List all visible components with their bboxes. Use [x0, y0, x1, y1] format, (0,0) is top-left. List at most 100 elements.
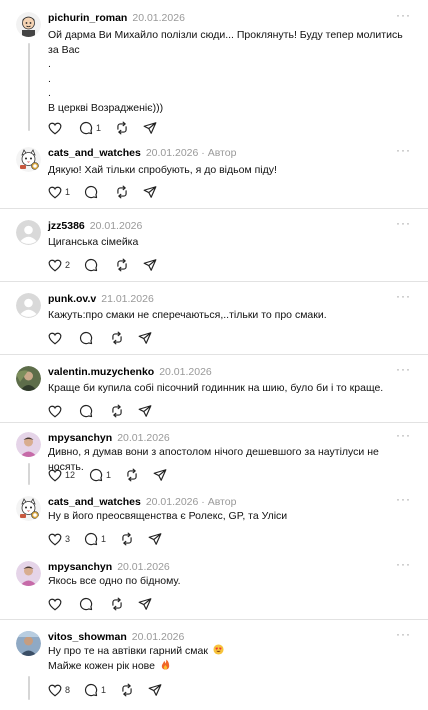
repost-button[interactable]	[110, 331, 124, 345]
username[interactable]: cats_and_watches	[48, 496, 141, 508]
username[interactable]: mpysanchyn	[48, 561, 112, 573]
action-bar: 1	[48, 184, 171, 200]
username[interactable]: vitos_showman	[48, 631, 127, 643]
repost-button[interactable]	[115, 185, 129, 199]
photo-avatar-icon[interactable]	[16, 432, 41, 457]
repost-icon	[115, 121, 129, 135]
reply-button[interactable]: 1	[84, 532, 106, 546]
like-button[interactable]	[48, 598, 65, 611]
reply-button[interactable]	[79, 404, 96, 418]
reply-button[interactable]	[79, 597, 96, 611]
repost-icon	[110, 404, 124, 418]
share-button[interactable]	[138, 331, 152, 345]
comment-bubble-icon	[84, 532, 98, 546]
repost-button[interactable]	[110, 597, 124, 611]
share-button[interactable]	[148, 683, 162, 697]
share-button[interactable]	[148, 532, 162, 546]
comment-bubble-icon	[89, 468, 103, 482]
action-bar	[48, 596, 166, 612]
repost-icon	[110, 597, 124, 611]
username[interactable]: punk.ov.v	[48, 293, 96, 305]
repost-button[interactable]	[125, 468, 139, 482]
divider	[0, 281, 428, 282]
repost-button[interactable]	[110, 404, 124, 418]
like-count: 3	[65, 534, 71, 544]
share-button[interactable]	[138, 404, 152, 418]
like-button[interactable]	[48, 405, 65, 418]
reply-count: 1	[101, 534, 107, 544]
comment-text: Якось все одно по бідному.	[48, 575, 181, 587]
fire-icon	[160, 658, 171, 670]
photo-avatar-icon[interactable]	[16, 561, 41, 586]
comment-text: Ну в його преосвященства є Ролекс, GP, т…	[48, 510, 288, 522]
more-options-icon[interactable]: ···	[396, 216, 411, 230]
repost-button[interactable]	[115, 258, 129, 272]
share-button[interactable]	[143, 258, 157, 272]
like-button[interactable]: 1	[48, 186, 70, 199]
action-bar: 2	[48, 257, 171, 273]
share-button[interactable]	[143, 185, 157, 199]
action-bar: 8 1	[48, 682, 176, 698]
default-avatar-icon[interactable]	[16, 293, 41, 318]
username[interactable]: cats_and_watches	[48, 147, 141, 159]
heart-icon	[48, 259, 62, 272]
thread-line	[28, 43, 30, 131]
more-options-icon[interactable]: ···	[396, 362, 411, 376]
send-icon	[143, 121, 157, 135]
action-bar: 12 1	[48, 467, 181, 483]
cartoon-cat-avatar-icon[interactable]	[16, 496, 41, 521]
more-options-icon[interactable]: ···	[396, 8, 411, 22]
reply-button[interactable]	[84, 185, 101, 199]
more-options-icon[interactable]: ···	[396, 428, 411, 442]
more-options-icon[interactable]: ···	[396, 143, 411, 157]
photo-avatar-icon[interactable]	[16, 631, 41, 656]
like-button[interactable]	[48, 122, 65, 135]
photo-avatar-icon[interactable]	[16, 366, 41, 391]
repost-button[interactable]	[120, 532, 134, 546]
share-button[interactable]	[138, 597, 152, 611]
smiling-face-with-heart-eyes-icon	[213, 644, 224, 655]
heart-icon	[48, 469, 62, 482]
share-button[interactable]	[153, 468, 167, 482]
username[interactable]: pichurin_roman	[48, 12, 127, 24]
cartoon-avatar-icon[interactable]	[16, 12, 41, 37]
heart-icon	[48, 533, 62, 546]
comment-bubble-icon	[79, 597, 93, 611]
comment-date: 20.01.2026	[117, 432, 170, 444]
comment-bubble-icon	[84, 185, 98, 199]
reply-button[interactable]: 1	[79, 121, 101, 135]
more-options-icon[interactable]: ···	[396, 289, 411, 303]
divider	[0, 354, 428, 355]
comment-text: Ну про те на автівки гарний смак Майже к…	[48, 644, 408, 673]
more-options-icon[interactable]: ···	[396, 557, 411, 571]
default-avatar-icon[interactable]	[16, 220, 41, 245]
repost-button[interactable]	[120, 683, 134, 697]
like-button[interactable]	[48, 332, 65, 345]
like-button[interactable]: 3	[48, 533, 70, 546]
repost-icon	[120, 683, 134, 697]
send-icon	[148, 683, 162, 697]
comment-bubble-icon	[84, 258, 98, 272]
repost-button[interactable]	[115, 121, 129, 135]
reply-button[interactable]: 1	[84, 683, 106, 697]
reply-count: 1	[101, 685, 107, 695]
more-options-icon[interactable]: ···	[396, 627, 411, 641]
comment-date: 21.01.2026	[101, 293, 154, 305]
comment-date: 20.01.2026	[132, 12, 185, 24]
send-icon	[143, 258, 157, 272]
heart-icon	[48, 598, 62, 611]
send-icon	[138, 404, 152, 418]
share-button[interactable]	[143, 121, 157, 135]
like-button[interactable]: 8	[48, 684, 70, 697]
reply-button[interactable]	[79, 331, 96, 345]
cartoon-cat-avatar-icon[interactable]	[16, 147, 41, 172]
username[interactable]: valentin.muzychenko	[48, 366, 154, 378]
like-button[interactable]: 2	[48, 259, 70, 272]
reply-button[interactable]: 1	[89, 468, 111, 482]
username[interactable]: mpysanchyn	[48, 432, 112, 444]
divider	[0, 422, 428, 423]
username[interactable]: jzz5386	[48, 220, 85, 232]
more-options-icon[interactable]: ···	[396, 492, 411, 506]
like-button[interactable]: 12	[48, 469, 75, 482]
reply-button[interactable]	[84, 258, 101, 272]
